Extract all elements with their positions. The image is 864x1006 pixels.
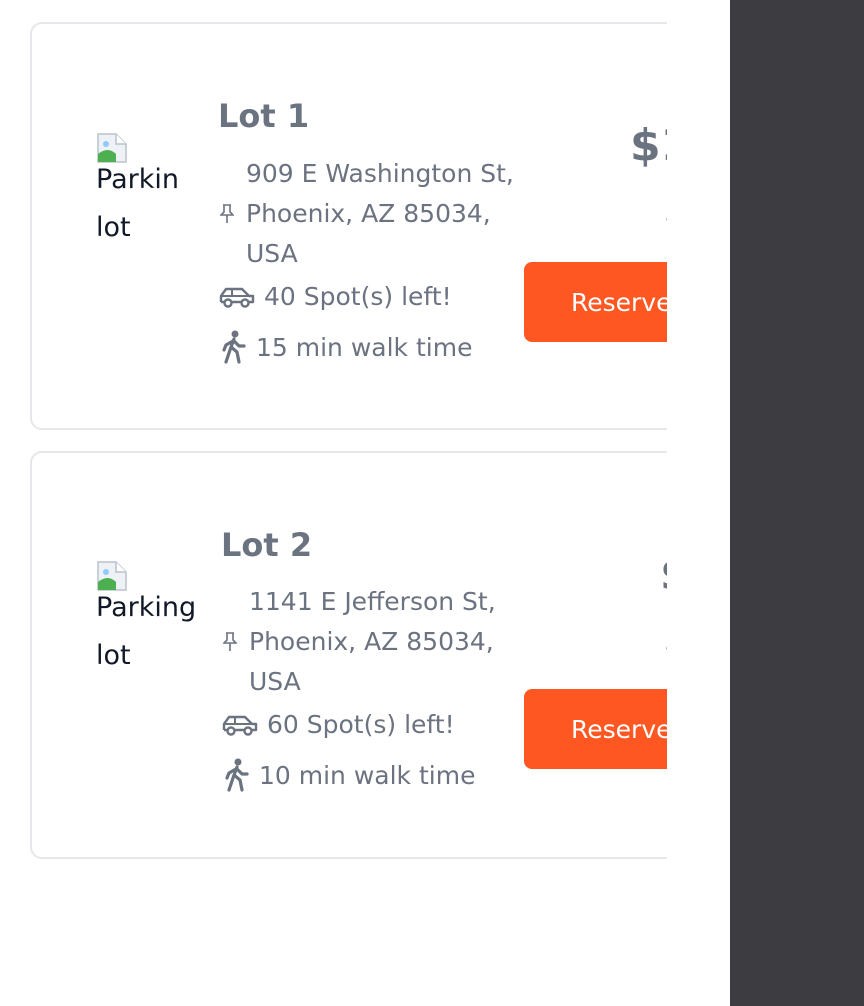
parking-lot-card[interactable]: Parkin lot Lot 1 909 E Washington St, Ph… [30, 22, 667, 430]
address-line: 909 E Washington St, [246, 159, 514, 188]
address-text: 1141 E Jefferson St, Phoenix, AZ 85034, … [249, 582, 549, 702]
image-alt-text: Parkin [96, 164, 179, 195]
spots-left-text: 40 Spot(s) left! [264, 282, 452, 311]
walk-time-text: 10 min walk time [259, 760, 476, 790]
price-value: $1 [630, 120, 667, 171]
walk-time-row: 10 min walk time [223, 758, 475, 792]
walk-time-row: 15 min walk time [220, 330, 472, 364]
image-alt-text: Parking [96, 592, 196, 623]
reserve-button[interactable]: Reserve [524, 262, 667, 342]
spots-left-text: 60 Spot(s) left! [267, 710, 455, 739]
car-icon [222, 715, 258, 736]
address-line: USA [246, 239, 298, 268]
lot-title: Lot 2 [221, 526, 313, 564]
price-unit: / [666, 625, 667, 653]
price-value: $ [660, 549, 667, 600]
parking-lot-card[interactable]: Parking lot Lot 2 1141 E Jefferson St, P… [30, 451, 667, 859]
address-line: Phoenix, AZ 85034, [246, 199, 491, 228]
address-line: USA [249, 667, 301, 696]
lot-image: Parkin lot [96, 132, 196, 252]
lot-image: Parking lot [96, 560, 196, 680]
side-panel [730, 0, 864, 1006]
walking-person-icon [225, 758, 249, 792]
price-unit: / [666, 196, 667, 224]
spots-left-row: 60 Spot(s) left! [221, 710, 455, 739]
image-alt-text: lot [96, 640, 131, 671]
pushpin-icon [220, 204, 234, 223]
lot-title: Lot 1 [218, 97, 310, 135]
results-viewport: Parkin lot Lot 1 909 E Washington St, Ph… [0, 0, 667, 1006]
pushpin-icon [223, 632, 237, 651]
address-line: Phoenix, AZ 85034, [249, 627, 494, 656]
address-text: 909 E Washington St, Phoenix, AZ 85034, … [246, 154, 546, 274]
address-line: 1141 E Jefferson St, [249, 587, 496, 616]
lot-address: 1141 E Jefferson St, Phoenix, AZ 85034, … [223, 582, 543, 702]
lot-address: 909 E Washington St, Phoenix, AZ 85034, … [220, 154, 540, 274]
spots-left-row: 40 Spot(s) left! [218, 282, 452, 311]
car-icon [219, 287, 255, 308]
reserve-button[interactable]: Reserve [524, 689, 667, 769]
image-alt-text: lot [96, 212, 131, 243]
walk-time-text: 15 min walk time [256, 332, 473, 362]
walking-person-icon [222, 330, 246, 364]
